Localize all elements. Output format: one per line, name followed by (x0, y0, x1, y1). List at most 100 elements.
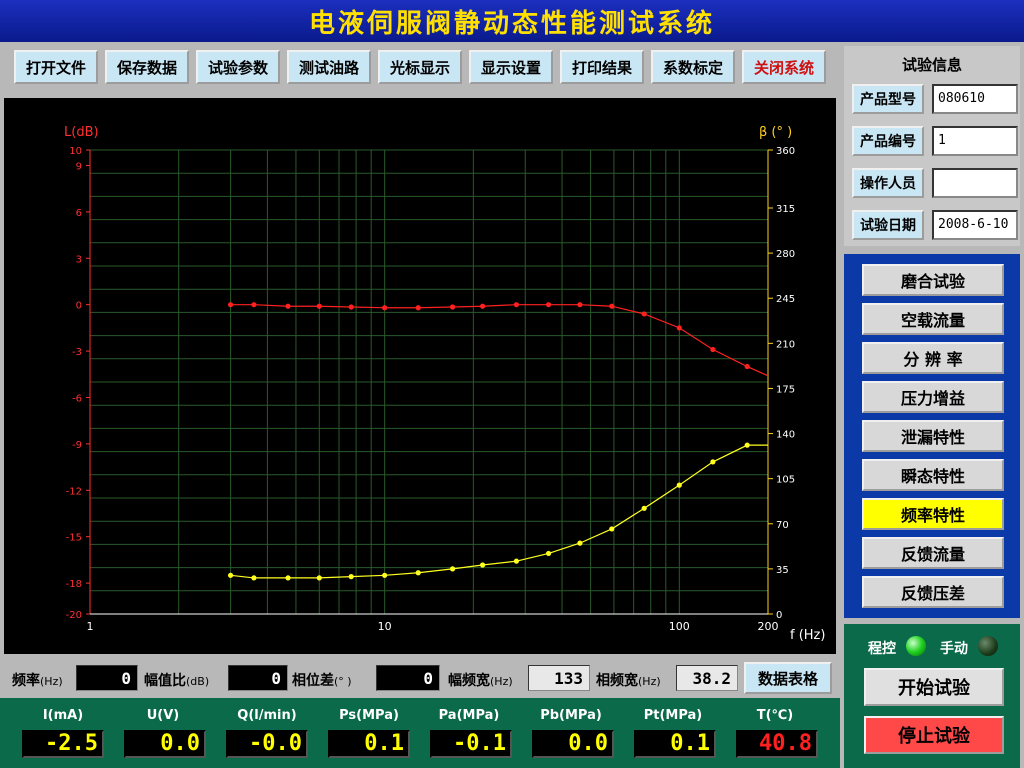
freq-value: 0 (76, 665, 138, 691)
amplitude-point (415, 305, 421, 311)
auto-mode-label: 程控 (868, 641, 896, 657)
phase-point (449, 566, 456, 572)
meter-value-pt: 0.1 (634, 730, 716, 758)
test-params-button[interactable]: 试验参数 (196, 50, 280, 84)
phase-point (348, 574, 354, 580)
x-tick-label: 1 (87, 620, 94, 633)
phase-diff-value: 0 (376, 665, 440, 691)
amplitude-point (545, 302, 552, 308)
feedback-pressure-diff-button[interactable]: 反馈压差 (862, 576, 1004, 608)
meter-value-voltage: 0.0 (124, 730, 206, 758)
y-right-tick-label: 140 (776, 430, 795, 441)
phase-point (415, 570, 421, 576)
amp-ratio-label: 幅值比(dB) (144, 673, 210, 689)
amplitude-point (316, 303, 322, 309)
print-results-button[interactable]: 打印结果 (560, 50, 644, 84)
x-tick-label: 200 (758, 620, 779, 633)
transient-button[interactable]: 瞬态特性 (862, 459, 1004, 491)
phase-point (382, 572, 388, 578)
meter-label-current: I(mA) (42, 708, 84, 723)
amplitude-point (513, 302, 520, 308)
phase-point (316, 575, 322, 581)
auto-mode-led-icon[interactable] (906, 636, 926, 656)
close-system-button[interactable]: 关闭系统 (742, 50, 826, 84)
manual-mode-led-icon[interactable] (978, 636, 998, 656)
meter-value-temperature: 40.8 (736, 730, 818, 758)
y-right-tick-label: 105 (776, 475, 795, 486)
title-bar: 电液伺服阀静动态性能测试系统 (0, 0, 1024, 42)
leakage-button[interactable]: 泄漏特性 (862, 420, 1004, 452)
phase-point (285, 575, 291, 581)
phase-point (545, 550, 552, 557)
meter-label-voltage: U(V) (146, 708, 180, 723)
amp-ratio-value: 0 (228, 665, 288, 691)
amplitude-point (449, 304, 456, 310)
resolution-button[interactable]: 分 辨 率 (862, 342, 1004, 374)
phase-point (641, 505, 647, 511)
bode-plot: 10 9 6 3 0 -3 -6 -9 -12 -15 -18 -20 360 315 280 245 210 1… (4, 98, 836, 654)
pressure-gain-button[interactable]: 压力增益 (862, 381, 1004, 413)
phase-bandwidth-label: 相频宽(Hz) (596, 673, 661, 689)
product-model-field[interactable]: 080610 (932, 84, 1018, 114)
y-left-tick-label: -3 (72, 347, 82, 358)
app-title: 电液伺服阀静动态性能测试系统 (308, 8, 715, 39)
meter-label-ps: Ps(MPa) (339, 708, 399, 723)
y-right-tick-label: 35 (776, 565, 789, 576)
stop-test-button[interactable]: 停止试验 (864, 716, 1004, 754)
right-panel: 试验信息 产品型号 080610 产品编号 1 操作人员 试验日期 2008-6… (840, 42, 1024, 768)
phase-point (227, 572, 234, 578)
test-date-field[interactable]: 2008-6-10 (932, 210, 1018, 240)
bode-plot-svg: 10 9 6 3 0 -3 -6 -9 -12 -15 -18 -20 360 315 280 245 210 1… (64, 125, 825, 643)
meter-label-flow: Q(l/min) (237, 708, 297, 723)
save-data-button[interactable]: 保存数据 (105, 50, 189, 84)
y-axis-right-label: β (° ) (759, 125, 792, 140)
x-axis-label: f (Hz) (790, 628, 825, 643)
y-right-tick-label: 315 (776, 204, 795, 215)
y-left-tick-label: -6 (72, 393, 82, 404)
meter-value-flow: -0.0 (226, 730, 308, 758)
operator-field[interactable] (932, 168, 1018, 198)
meter-panel: I(mA) -2.5 U(V) 0.0 Q(l/min) -0.0 Ps(MPa… (0, 698, 840, 768)
meter-value-pb: 0.0 (532, 730, 614, 758)
x-tick-label: 100 (669, 620, 690, 633)
y-right-tick-label: 70 (776, 520, 789, 531)
no-load-flow-button[interactable]: 空载流量 (862, 303, 1004, 335)
coefficient-calibration-button[interactable]: 系数标定 (651, 50, 735, 84)
amplitude-point (710, 346, 716, 353)
run-in-test-button[interactable]: 磨合试验 (862, 264, 1004, 296)
data-table-button[interactable]: 数据表格 (744, 662, 832, 694)
phase-point (744, 442, 750, 448)
meter-value-ps: 0.1 (328, 730, 410, 758)
test-oil-circuit-button[interactable]: 测试油路 (287, 50, 371, 84)
amplitude-point (227, 302, 234, 308)
start-test-button[interactable]: 开始试验 (864, 668, 1004, 706)
display-settings-button[interactable]: 显示设置 (469, 50, 553, 84)
operator-label: 操作人员 (852, 168, 924, 198)
amplitude-point (609, 303, 615, 309)
y-right-tick-label: 245 (776, 294, 795, 305)
product-model-label: 产品型号 (852, 84, 924, 114)
meter-value-pa: -0.1 (430, 730, 512, 758)
amplitude-point (382, 305, 388, 311)
cursor-display-button[interactable]: 光标显示 (378, 50, 462, 84)
frequency-response-button[interactable]: 频率特性 (862, 498, 1004, 530)
freq-label: 频率(Hz) (12, 673, 63, 689)
y-left-tick-label: 9 (76, 161, 82, 172)
y-left-tick-label: 6 (76, 208, 82, 219)
y-left-tick-label: -9 (72, 440, 82, 451)
y-left-tick-label: 10 (69, 146, 82, 157)
amplitude-point (251, 302, 257, 308)
amplitude-point (744, 363, 750, 370)
open-file-button[interactable]: 打开文件 (14, 50, 98, 84)
y-left-tick-label: 0 (76, 301, 82, 312)
x-tick-label: 10 (378, 620, 392, 633)
phase-diff-label: 相位差(° ) (292, 673, 352, 689)
phase-point (710, 459, 716, 465)
amplitude-point (676, 325, 682, 331)
feedback-flow-button[interactable]: 反馈流量 (862, 537, 1004, 569)
amp-bandwidth-label: 幅频宽(Hz) (448, 673, 513, 689)
amp-bandwidth-value: 133 (528, 665, 590, 691)
product-number-label: 产品编号 (852, 126, 924, 156)
product-number-field[interactable]: 1 (932, 126, 1018, 156)
y-axis-left-label: L(dB) (64, 125, 99, 140)
